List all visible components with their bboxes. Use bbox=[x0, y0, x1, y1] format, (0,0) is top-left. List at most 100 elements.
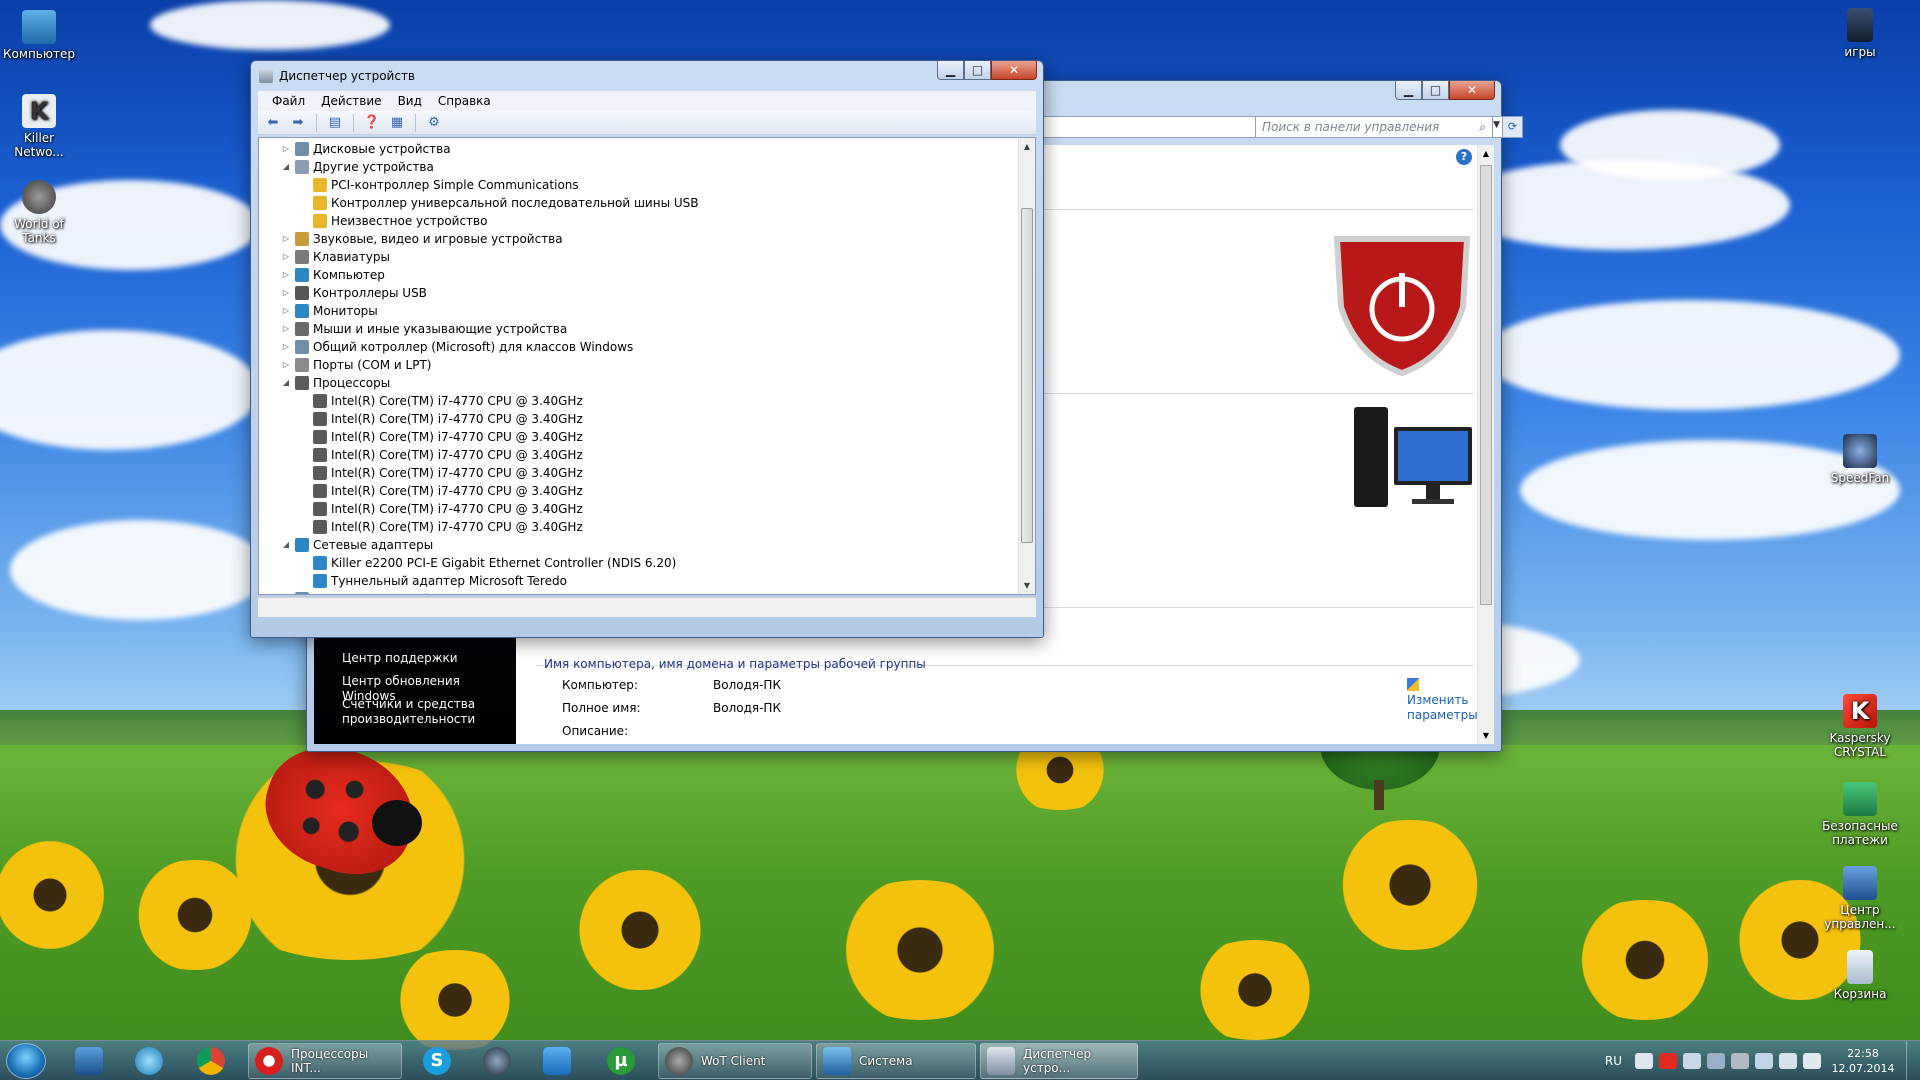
search-input[interactable]: Поиск в панели управления ⌕ bbox=[1255, 116, 1493, 138]
network-tray-icon[interactable] bbox=[1683, 1053, 1701, 1069]
desktop-icon-recycle-bin[interactable]: Корзина bbox=[1821, 950, 1899, 1001]
killer-tray-icon[interactable] bbox=[1635, 1053, 1653, 1069]
tree-row[interactable]: Intel(R) Core(TM) i7-4770 CPU @ 3.40GHz bbox=[259, 500, 1017, 518]
expand-icon[interactable]: ▷ bbox=[281, 230, 291, 248]
show-desktop-button[interactable] bbox=[1906, 1041, 1920, 1080]
expand-icon[interactable]: ▷ bbox=[281, 302, 291, 320]
chevron-down-icon[interactable]: ▼ bbox=[1493, 120, 1500, 130]
tree-row[interactable]: ▷ Контроллеры USB bbox=[259, 284, 1017, 302]
desktop-icon-killer-network[interactable]: K Killer Netwo... bbox=[0, 94, 78, 159]
monitor-tray-icon[interactable] bbox=[1755, 1053, 1773, 1069]
device-manager-window[interactable]: Диспетчер устройств ▁ □ ✕ Файл Действие … bbox=[250, 60, 1044, 638]
link-performance[interactable]: Счетчики и средства производительности bbox=[342, 697, 502, 727]
tree-row[interactable]: Intel(R) Core(TM) i7-4770 CPU @ 3.40GHz bbox=[259, 410, 1017, 428]
scroll-thumb[interactable] bbox=[1480, 165, 1492, 605]
tree-row[interactable]: Туннельный адаптер Microsoft Teredo bbox=[259, 572, 1017, 590]
desktop-icon-safe-money[interactable]: Безопасные платежи bbox=[1821, 782, 1899, 847]
menu-file[interactable]: Файл bbox=[264, 94, 313, 108]
close-button[interactable]: ✕ bbox=[991, 61, 1037, 80]
tree-row[interactable]: ▷ Мониторы bbox=[259, 302, 1017, 320]
tree-row[interactable]: ▷ Мыши и иные указывающие устройства bbox=[259, 320, 1017, 338]
settings-tray-icon[interactable] bbox=[1731, 1053, 1749, 1069]
task-device-manager[interactable]: Диспетчер устро... bbox=[980, 1043, 1138, 1079]
tree-row[interactable]: Intel(R) Core(TM) i7-4770 CPU @ 3.40GHz bbox=[259, 518, 1017, 536]
forward-arrow-icon[interactable]: ➡ bbox=[287, 113, 309, 133]
tree-row[interactable]: Intel(R) Core(TM) i7-4770 CPU @ 3.40GHz bbox=[259, 464, 1017, 482]
tree-row[interactable]: ▷ Общий котроллер (Microsoft) для классов… bbox=[259, 338, 1017, 356]
desktop-icon-world-of-tanks[interactable]: World of Tanks bbox=[0, 180, 78, 245]
menu-view[interactable]: Вид bbox=[390, 94, 430, 108]
tree-row[interactable]: Контроллер универсальной последовательно… bbox=[259, 194, 1017, 212]
properties-icon[interactable]: ▤ bbox=[324, 113, 346, 133]
view-icon[interactable]: ▦ bbox=[386, 113, 408, 133]
desktop-icon-computer[interactable]: Компьютер bbox=[0, 10, 78, 61]
link-action-center[interactable]: Центр поддержки bbox=[342, 651, 458, 666]
desktop-icon-control-center[interactable]: Центр управлен... bbox=[1821, 866, 1899, 931]
tree-row[interactable]: ◢ Сетевые адаптеры bbox=[259, 536, 1017, 554]
expand-icon[interactable]: ▷ bbox=[281, 266, 291, 284]
tree-row[interactable]: ▷ Порты (COM и LPT) bbox=[259, 356, 1017, 374]
search-icon[interactable]: ⌕ bbox=[1479, 117, 1486, 137]
scroll-down-arrow[interactable]: ▼ bbox=[1478, 727, 1494, 744]
task-uplay[interactable] bbox=[530, 1044, 584, 1078]
pinned-display-manager[interactable] bbox=[62, 1044, 116, 1078]
refresh-icon[interactable]: ⟳ bbox=[1502, 117, 1522, 137]
collapse-icon[interactable]: ◢ bbox=[281, 536, 291, 554]
task-system[interactable]: Система bbox=[816, 1043, 976, 1079]
device-manager-titlebar[interactable]: Диспетчер устройств bbox=[251, 61, 1043, 91]
task-wot-client[interactable]: WoT Client bbox=[658, 1043, 812, 1079]
menu-action[interactable]: Действие bbox=[313, 94, 389, 108]
tree-row[interactable]: ◢ Другие устройства bbox=[259, 158, 1017, 176]
tree-row[interactable]: Неизвестное устройство bbox=[259, 212, 1017, 230]
maximize-button[interactable]: □ bbox=[964, 61, 991, 80]
action-center-flag-icon[interactable] bbox=[1779, 1053, 1797, 1069]
expand-icon[interactable]: ▷ bbox=[281, 338, 291, 356]
expand-icon[interactable]: ▷ bbox=[281, 320, 291, 338]
scroll-thumb[interactable] bbox=[1021, 208, 1033, 543]
tree-row[interactable]: Intel(R) Core(TM) i7-4770 CPU @ 3.40GHz bbox=[259, 428, 1017, 446]
steam-tray-icon[interactable] bbox=[1707, 1053, 1725, 1069]
tree-row[interactable]: Intel(R) Core(TM) i7-4770 CPU @ 3.40GHz bbox=[259, 392, 1017, 410]
tree-row[interactable]: ▷ Дисковые устройства bbox=[259, 140, 1017, 158]
expand-icon[interactable]: ▷ bbox=[281, 590, 291, 594]
scroll-up-arrow[interactable]: ▲ bbox=[1478, 145, 1494, 162]
expand-icon[interactable]: ▷ bbox=[281, 356, 291, 374]
tree-row[interactable]: Killer e2200 PCI-E Gigabit Ethernet Cont… bbox=[259, 554, 1017, 572]
tree-row[interactable]: Intel(R) Core(TM) i7-4770 CPU @ 3.40GHz bbox=[259, 446, 1017, 464]
task-skype[interactable]: S bbox=[410, 1044, 464, 1078]
collapse-icon[interactable]: ◢ bbox=[281, 374, 291, 392]
help-icon[interactable]: ❓ bbox=[361, 113, 383, 133]
tree-row[interactable]: ▷ Звуковые, видео и игровые устройства bbox=[259, 230, 1017, 248]
tree-row[interactable]: ▷ Клавиатуры bbox=[259, 248, 1017, 266]
tree-row[interactable]: ▷ Компьютер bbox=[259, 266, 1017, 284]
collapse-icon[interactable]: ◢ bbox=[281, 158, 291, 176]
back-arrow-icon[interactable]: ⬅ bbox=[262, 113, 284, 133]
expand-icon[interactable]: ▷ bbox=[281, 284, 291, 302]
language-indicator[interactable]: RU bbox=[1605, 1054, 1622, 1068]
start-button[interactable] bbox=[6, 1043, 46, 1079]
device-tree-scrollbar[interactable]: ▲ ▼ bbox=[1018, 138, 1035, 594]
task-utorrent[interactable]: µ bbox=[594, 1044, 648, 1078]
expand-icon[interactable]: ▷ bbox=[281, 140, 291, 158]
scroll-up-arrow[interactable]: ▲ bbox=[1019, 138, 1035, 155]
volume-icon[interactable] bbox=[1803, 1053, 1821, 1069]
close-button[interactable]: ✕ bbox=[1449, 81, 1495, 100]
desktop-icon-speedfan[interactable]: SpeedFan bbox=[1821, 434, 1899, 485]
task-opera[interactable]: Процессоры INT... bbox=[248, 1043, 402, 1079]
clock[interactable]: 22:58 12.07.2014 bbox=[1824, 1046, 1902, 1076]
tree-row[interactable]: ▷ Системные устройства bbox=[259, 590, 1017, 594]
scan-hardware-icon[interactable]: ⚙ bbox=[423, 113, 445, 133]
scroll-down-arrow[interactable]: ▼ bbox=[1019, 577, 1035, 594]
desktop-icon-games-folder[interactable]: игры bbox=[1821, 8, 1899, 59]
maximize-button[interactable]: □ bbox=[1422, 81, 1449, 100]
menu-help[interactable]: Справка bbox=[430, 94, 499, 108]
kaspersky-tray-icon[interactable] bbox=[1659, 1053, 1677, 1069]
minimize-button[interactable]: ▁ bbox=[937, 61, 964, 80]
minimize-button[interactable]: ▁ bbox=[1395, 81, 1422, 100]
tree-row[interactable]: PCI-контроллер Simple Communications bbox=[259, 176, 1017, 194]
tree-row[interactable]: ◢ Процессоры bbox=[259, 374, 1017, 392]
task-steam[interactable] bbox=[470, 1044, 524, 1078]
expand-icon[interactable]: ▷ bbox=[281, 248, 291, 266]
pinned-media-center[interactable] bbox=[122, 1044, 176, 1078]
pinned-chrome[interactable] bbox=[184, 1044, 238, 1078]
